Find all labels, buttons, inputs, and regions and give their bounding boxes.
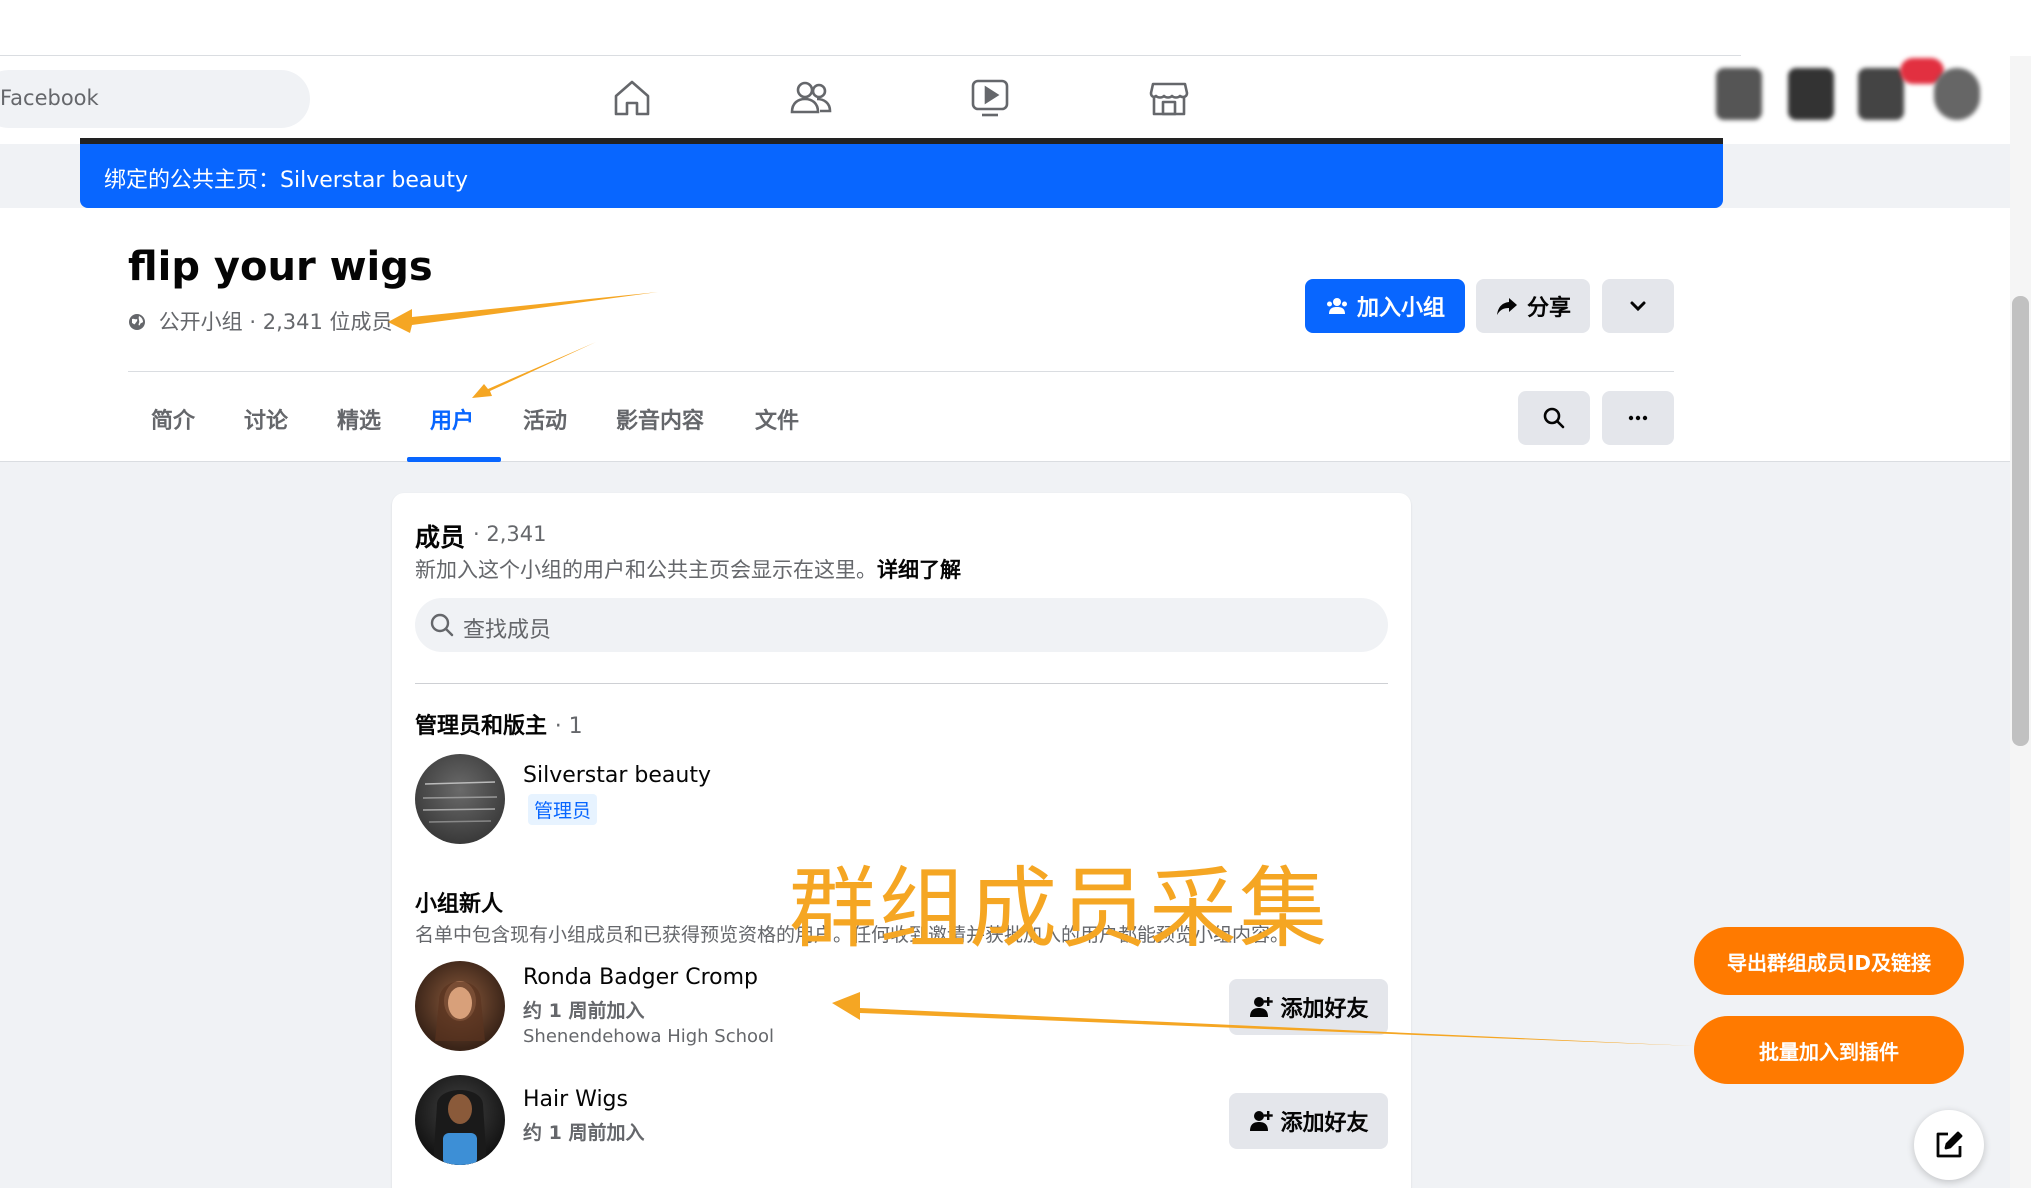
compose-icon <box>1936 1131 1963 1158</box>
share-label: 分享 <box>1526 296 1571 321</box>
tab-about[interactable]: 简介 <box>151 403 195 435</box>
admins-title: 管理员和版主 <box>415 714 548 739</box>
friends-icon[interactable] <box>789 76 833 120</box>
join-group-label: 加入小组 <box>1356 296 1445 321</box>
browser-top-bar <box>0 0 2031 56</box>
member-name-ronda[interactable]: Ronda Badger Cromp <box>523 965 758 990</box>
facebook-search-text: Facebook <box>0 86 99 110</box>
find-member-input[interactable]: 查找成员 <box>415 598 1388 652</box>
add-friend-icon <box>1250 1111 1274 1131</box>
group-icon <box>1326 298 1347 314</box>
group-meta: 公开小组 · 2,341 位成员 <box>128 306 393 336</box>
member-avatar-hair-wigs-image <box>433 1090 487 1165</box>
admin-avatar[interactable] <box>415 754 505 844</box>
admins-section-title: 管理员和版主 · 1 <box>415 708 583 740</box>
ellipsis-icon <box>1628 415 1648 421</box>
share-icon <box>1496 298 1517 315</box>
tab-featured[interactable]: 精选 <box>337 403 381 435</box>
tab-divider <box>128 371 1674 372</box>
tab-files[interactable]: 文件 <box>755 403 799 435</box>
card-divider <box>415 683 1388 684</box>
tab-people[interactable]: 用户 <box>430 403 474 435</box>
active-tab-indicator <box>407 457 501 462</box>
member-school-ronda: Shenendehowa High School <box>523 1026 775 1047</box>
compose-message-button[interactable] <box>1914 1110 1984 1180</box>
members-count: · 2,341 <box>473 522 547 546</box>
tab-events[interactable]: 活动 <box>523 403 567 435</box>
add-friend-button-hair-wigs[interactable]: 添加好友 <box>1229 1093 1388 1149</box>
members-description: 新加入这个小组的用户和公共主页会显示在这里。详细了解 <box>415 554 961 584</box>
search-icon <box>430 613 454 637</box>
member-joined-hair-wigs: 约 1 周前加入 <box>523 1122 645 1144</box>
member-avatar-hair-wigs[interactable] <box>415 1075 505 1165</box>
video-icon[interactable] <box>968 76 1012 120</box>
search-icon <box>1543 407 1565 429</box>
blurred-menu-icon[interactable] <box>1716 68 1762 120</box>
add-friend-icon <box>1250 997 1274 1017</box>
scrollbar-thumb[interactable] <box>2012 296 2029 746</box>
more-options-dropdown[interactable] <box>1602 279 1674 333</box>
admins-count: · 1 <box>554 714 583 739</box>
group-privacy: 公开小组 <box>158 310 243 334</box>
group-member-count[interactable]: 2,341 位成员 <box>263 310 393 334</box>
new-members-title: 小组新人 <box>415 892 504 917</box>
marketplace-icon[interactable] <box>1147 76 1191 120</box>
member-joined-ronda: 约 1 周前加入 <box>523 1000 645 1022</box>
linked-page-banner: 绑定的公共主页：Silverstar beauty <box>80 144 1723 208</box>
blurred-notification-icon[interactable] <box>1858 68 1904 120</box>
overlay-caption: 群组成员采集 <box>789 857 1330 960</box>
join-group-button[interactable]: 加入小组 <box>1305 279 1465 333</box>
tab-media[interactable]: 影音内容 <box>616 403 704 435</box>
facebook-search-input[interactable]: Facebook <box>0 70 310 128</box>
banner-text: 绑定的公共主页：Silverstar beauty <box>104 168 468 193</box>
add-friend-label: 添加好友 <box>1280 1111 1369 1136</box>
admin-name[interactable]: Silverstar beauty <box>523 763 711 788</box>
learn-more-link[interactable]: 详细了解 <box>877 558 961 582</box>
find-member-placeholder: 查找成员 <box>463 618 552 643</box>
share-button[interactable]: 分享 <box>1476 279 1590 333</box>
members-title: 成员 <box>415 523 466 552</box>
more-actions-button[interactable] <box>1602 391 1674 445</box>
home-icon[interactable] <box>610 76 654 120</box>
member-avatar-ronda[interactable] <box>415 961 505 1051</box>
blurred-messenger-icon[interactable] <box>1788 68 1834 120</box>
member-avatar-ronda-image <box>435 981 485 1041</box>
group-title: flip your wigs <box>128 244 433 290</box>
blurred-avatar[interactable] <box>1934 68 1980 120</box>
batch-add-to-plugin-button[interactable]: 批量加入到插件 <box>1694 1016 1964 1084</box>
add-friend-label: 添加好友 <box>1280 997 1369 1022</box>
chevron-down-icon <box>1630 301 1646 312</box>
globe-icon <box>129 314 145 330</box>
members-description-text: 新加入这个小组的用户和公共主页会显示在这里。 <box>415 558 877 582</box>
tab-discussion[interactable]: 讨论 <box>244 403 288 435</box>
admin-badge: 管理员 <box>528 794 598 825</box>
member-name-hair-wigs[interactable]: Hair Wigs <box>523 1087 628 1112</box>
export-member-ids-button[interactable]: 导出群组成员ID及链接 <box>1694 927 1964 995</box>
add-friend-button-ronda[interactable]: 添加好友 <box>1229 979 1388 1035</box>
group-search-button[interactable] <box>1518 391 1590 445</box>
admin-avatar-image <box>422 781 498 823</box>
